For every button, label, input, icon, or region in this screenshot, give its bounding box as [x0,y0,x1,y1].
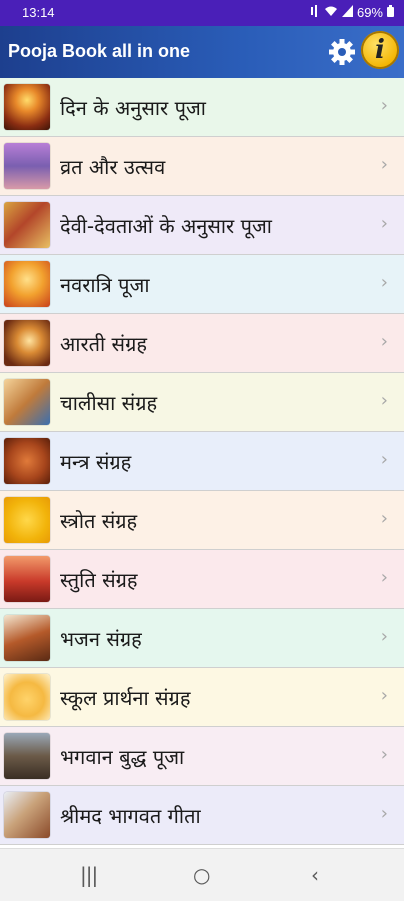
menu-item-label: भगवान बुद्ध पूजा [60,745,185,769]
menu-item-label: श्रीमद भागवत गीता [60,804,201,828]
menu-item[interactable]: आरती संग्रह › [0,314,404,373]
chevron-right-icon: › [380,508,388,529]
menu-item[interactable]: भगवान बुद्ध पूजा › [0,727,404,786]
menu-item[interactable]: स्त्रोत संग्रह › [0,491,404,550]
menu-item[interactable]: भजन संग्रह › [0,609,404,668]
battery-icon [387,5,394,20]
chevron-right-icon: › [380,685,388,706]
goddess-icon [4,261,50,307]
chevron-right-icon: › [380,449,388,470]
status-bar: 13:14 69% [0,0,404,26]
gita-book-icon [4,792,50,838]
menu-item[interactable]: मन्त्र संग्रह › [0,432,404,491]
menu-item[interactable]: स्कूल प्रार्थना संग्रह › [0,668,404,727]
home-button[interactable]: ○ [193,863,210,887]
battery-percent: 69% [356,5,383,20]
chevron-right-icon: › [380,744,388,765]
chevron-right-icon: › [380,213,388,234]
signal-icon [341,5,353,20]
chevron-right-icon: › [380,803,388,824]
chevron-right-icon: › [380,154,388,175]
chevron-right-icon: › [380,331,388,352]
festival-icon [4,143,50,189]
gear-icon[interactable] [327,37,357,67]
menu-list: दिन के अनुसार पूजा › व्रत और उत्सव › देव… [0,78,404,848]
status-time: 13:14 [22,5,55,20]
om-icon [4,438,50,484]
diya-icon [4,84,50,130]
menu-item-label: स्त्रोत संग्रह [60,509,138,533]
buddha-icon [4,733,50,779]
menu-item[interactable]: देवी-देवताओं के अनुसार पूजा › [0,196,404,255]
menu-item[interactable]: व्रत और उत्सव › [0,137,404,196]
menu-item-label: भजन संग्रह [60,627,142,651]
menu-item-label: आरती संग्रह [60,332,147,356]
info-icon[interactable]: i [361,31,399,69]
aarti-lamp-icon [4,320,50,366]
chalisa-icon [4,379,50,425]
menu-item-label: व्रत और उत्सव [60,155,166,179]
om-yellow-icon [4,497,50,543]
app-title: Pooja Book all in one [8,41,191,61]
chevron-right-icon: › [380,626,388,647]
menu-item-label: नवरात्रि पूजा [60,273,150,297]
musical-instruments-icon [4,615,50,661]
system-nav-bar: ||| ○ ‹ [0,848,404,901]
menu-item[interactable]: स्तुति संग्रह › [0,550,404,609]
menu-item[interactable]: दिन के अनुसार पूजा › [0,78,404,137]
wifi-icon [324,5,338,20]
menu-item-label: देवी-देवताओं के अनुसार पूजा [60,214,272,238]
menu-item[interactable]: श्रीमद भागवत गीता › [0,786,404,845]
menu-item[interactable]: नवरात्रि पूजा › [0,255,404,314]
menu-item[interactable]: चालीसा संग्रह › [0,373,404,432]
status-icons: 69% [310,5,394,20]
folded-hands-icon [4,674,50,720]
menu-item-label: चालीसा संग्रह [60,391,158,415]
chevron-right-icon: › [380,95,388,116]
mute-icon [310,5,320,20]
menu-item-label: दिन के अनुसार पूजा [60,96,206,120]
book-icon [4,556,50,602]
back-button[interactable]: ‹ [311,863,319,887]
chevron-right-icon: › [380,567,388,588]
menu-item-label: स्तुति संग्रह [60,568,138,592]
chevron-right-icon: › [380,272,388,293]
chevron-right-icon: › [380,390,388,411]
menu-item-label: स्कूल प्रार्थना संग्रह [60,686,191,710]
deities-icon [4,202,50,248]
menu-item-label: मन्त्र संग्रह [60,450,132,474]
recents-button[interactable]: ||| [80,863,98,887]
